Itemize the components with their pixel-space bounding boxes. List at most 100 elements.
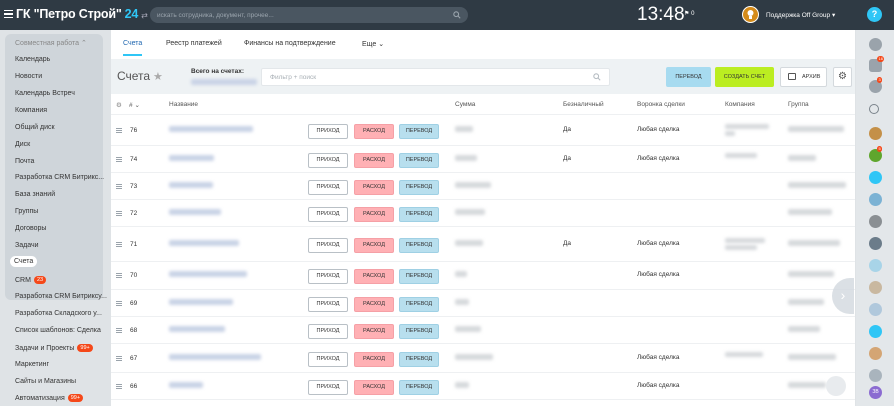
expense-button[interactable]: РАСХОД [354, 269, 394, 284]
user-avatar[interactable] [742, 6, 759, 23]
filter-search-input[interactable] [270, 72, 570, 83]
flag-counter[interactable]: ⚑ 0 [684, 10, 694, 17]
income-button[interactable]: ПРИХОД [308, 207, 348, 222]
sidebar-item-news[interactable]: Новости [15, 73, 42, 80]
contact-avatar-initials[interactable]: ЗВ [869, 386, 882, 399]
global-search-input[interactable] [157, 9, 447, 21]
drag-handle-icon[interactable] [116, 128, 122, 135]
contact-avatar[interactable] [869, 281, 882, 294]
contact-avatar[interactable] [869, 237, 882, 250]
sidebar-item-automation[interactable]: Автоматизация 99+ [15, 394, 84, 402]
row-name-link[interactable] [169, 326, 225, 332]
row-name-link[interactable] [169, 182, 213, 188]
column-company[interactable]: Компания [725, 101, 755, 108]
row-name-link[interactable] [169, 354, 261, 360]
transfer-row-button[interactable]: ПЕРЕВОД [399, 238, 439, 253]
contact-avatar[interactable] [869, 215, 882, 228]
transfer-row-button[interactable]: ПЕРЕВОД [399, 124, 439, 139]
sidebar-item-company[interactable]: Компания [15, 107, 47, 114]
drag-handle-icon[interactable] [116, 157, 122, 164]
table-row[interactable]: 76 ПРИХОД РАСХОД ПЕРЕВОД Да Любая сделка [111, 116, 855, 146]
table-row[interactable]: 73 ПРИХОД РАСХОД ПЕРЕВОД [111, 173, 855, 200]
transfer-row-button[interactable]: ПЕРЕВОД [399, 153, 439, 168]
table-row[interactable]: 66 ПРИХОД РАСХОД ПЕРЕВОД Любая сделка [111, 373, 855, 400]
search-icon[interactable] [453, 11, 461, 19]
star-icon[interactable]: ★ [153, 70, 163, 83]
transfer-row-button[interactable]: ПЕРЕВОД [399, 380, 439, 395]
widget-icon[interactable]: 5 [869, 146, 883, 162]
contact-avatar[interactable] [869, 193, 882, 206]
sidebar-item-contracts[interactable]: Договоры [15, 225, 46, 232]
transfer-row-button[interactable]: ПЕРЕВОД [399, 180, 439, 195]
expense-button[interactable]: РАСХОД [354, 207, 394, 222]
create-invoice-button[interactable]: СОЗДАТЬ СЧЕТ [715, 67, 774, 87]
table-row[interactable]: 67 ПРИХОД РАСХОД ПЕРЕВОД Любая сделка [111, 344, 855, 373]
clock[interactable]: 13:48 [637, 4, 685, 26]
row-name-link[interactable] [169, 240, 239, 246]
column-sum[interactable]: Сумма [455, 101, 475, 108]
table-row[interactable]: 68 ПРИХОД РАСХОД ПЕРЕВОД [111, 317, 855, 344]
income-button[interactable]: ПРИХОД [308, 269, 348, 284]
expense-button[interactable]: РАСХОД [354, 297, 394, 312]
column-id[interactable]: # ⌄ [129, 101, 140, 109]
help-button[interactable]: ? [867, 7, 882, 22]
row-name-link[interactable] [169, 271, 247, 277]
bot-avatar[interactable] [869, 127, 882, 140]
income-button[interactable]: ПРИХОД [308, 352, 348, 367]
drag-handle-icon[interactable] [116, 273, 122, 280]
sidebar-item-sites-shops[interactable]: Сайты и Магазины [15, 378, 76, 385]
drag-handle-icon[interactable] [116, 211, 122, 218]
drag-handle-icon[interactable] [116, 242, 122, 249]
table-row[interactable]: 71 ПРИХОД РАСХОД ПЕРЕВОД Да Любая сделка [111, 227, 855, 262]
sidebar-item-mail[interactable]: Почта [15, 158, 34, 165]
column-group[interactable]: Группа [788, 101, 809, 108]
table-row[interactable]: 69 ПРИХОД РАСХОД ПЕРЕВОД [111, 290, 855, 317]
expense-button[interactable]: РАСХОД [354, 352, 394, 367]
sidebar-item-invoices[interactable]: Счета [10, 256, 38, 267]
expense-button[interactable]: РАСХОД [354, 180, 394, 195]
timeman-icon[interactable] [869, 38, 882, 51]
income-button[interactable]: ПРИХОД [308, 380, 348, 395]
transfer-row-button[interactable]: ПЕРЕВОД [399, 207, 439, 222]
row-name-link[interactable] [169, 382, 203, 388]
sidebar-item-disk[interactable]: Диск [15, 141, 30, 148]
income-button[interactable]: ПРИХОД [308, 153, 348, 168]
transfer-row-button[interactable]: ПЕРЕВОД [399, 297, 439, 312]
transfer-button[interactable]: ПЕРЕВОД [666, 67, 711, 87]
contact-avatar[interactable] [869, 369, 882, 382]
income-button[interactable]: ПРИХОД [308, 324, 348, 339]
sidebar-item-warehouse-dev[interactable]: Разработка Складского у... [15, 310, 102, 317]
sidebar-item-tasks-projects[interactable]: Задачи и Проекты 99+ [15, 344, 93, 352]
sidebar-item-marketing[interactable]: Маркетинг [15, 361, 49, 368]
transfer-row-button[interactable]: ПЕРЕВОД [399, 269, 439, 284]
search-icon[interactable] [593, 73, 601, 81]
table-row[interactable]: 72 ПРИХОД РАСХОД ПЕРЕВОД [111, 200, 855, 227]
row-name-link[interactable] [169, 126, 253, 132]
filter-search[interactable] [261, 68, 610, 86]
user-name[interactable]: Поддержка Off Group ▾ [766, 11, 835, 19]
table-row[interactable]: 70 ПРИХОД РАСХОД ПЕРЕВОД Любая сделка [111, 262, 855, 290]
drag-handle-icon[interactable] [116, 301, 122, 308]
sidebar-item-groups[interactable]: Группы [15, 208, 38, 215]
tab-payment-registry[interactable]: Реестр платежей [166, 40, 222, 47]
archive-button[interactable]: АРХИВ [780, 67, 827, 87]
contact-avatar[interactable] [869, 303, 882, 316]
sidebar-item-calendar[interactable]: Календарь [15, 56, 50, 63]
chat-icon[interactable]: 3 [869, 77, 883, 93]
drag-handle-icon[interactable] [116, 328, 122, 335]
sidebar-item-crm-dev-2[interactable]: Разработка CRM Битриксу... [15, 293, 107, 300]
income-button[interactable]: ПРИХОД [308, 124, 348, 139]
sidebar-item-crm[interactable]: CRM 23 [15, 276, 47, 284]
row-name-link[interactable] [169, 155, 214, 161]
row-name-link[interactable] [169, 299, 233, 305]
column-deal-funnel[interactable]: Воронка сделки [637, 101, 685, 108]
phone-icon[interactable] [869, 171, 882, 184]
drag-handle-icon[interactable] [116, 384, 122, 391]
contact-avatar[interactable] [869, 259, 882, 272]
settings-button[interactable]: ⚙ [833, 67, 852, 87]
sidebar-item-knowledge-base[interactable]: База знаний [15, 191, 55, 198]
search-icon[interactable] [869, 104, 879, 114]
sidebar-item-meetings-calendar[interactable]: Календарь Встреч [15, 90, 75, 97]
expense-button[interactable]: РАСХОД [354, 238, 394, 253]
table-settings-icon[interactable]: ⚙ [116, 101, 122, 109]
